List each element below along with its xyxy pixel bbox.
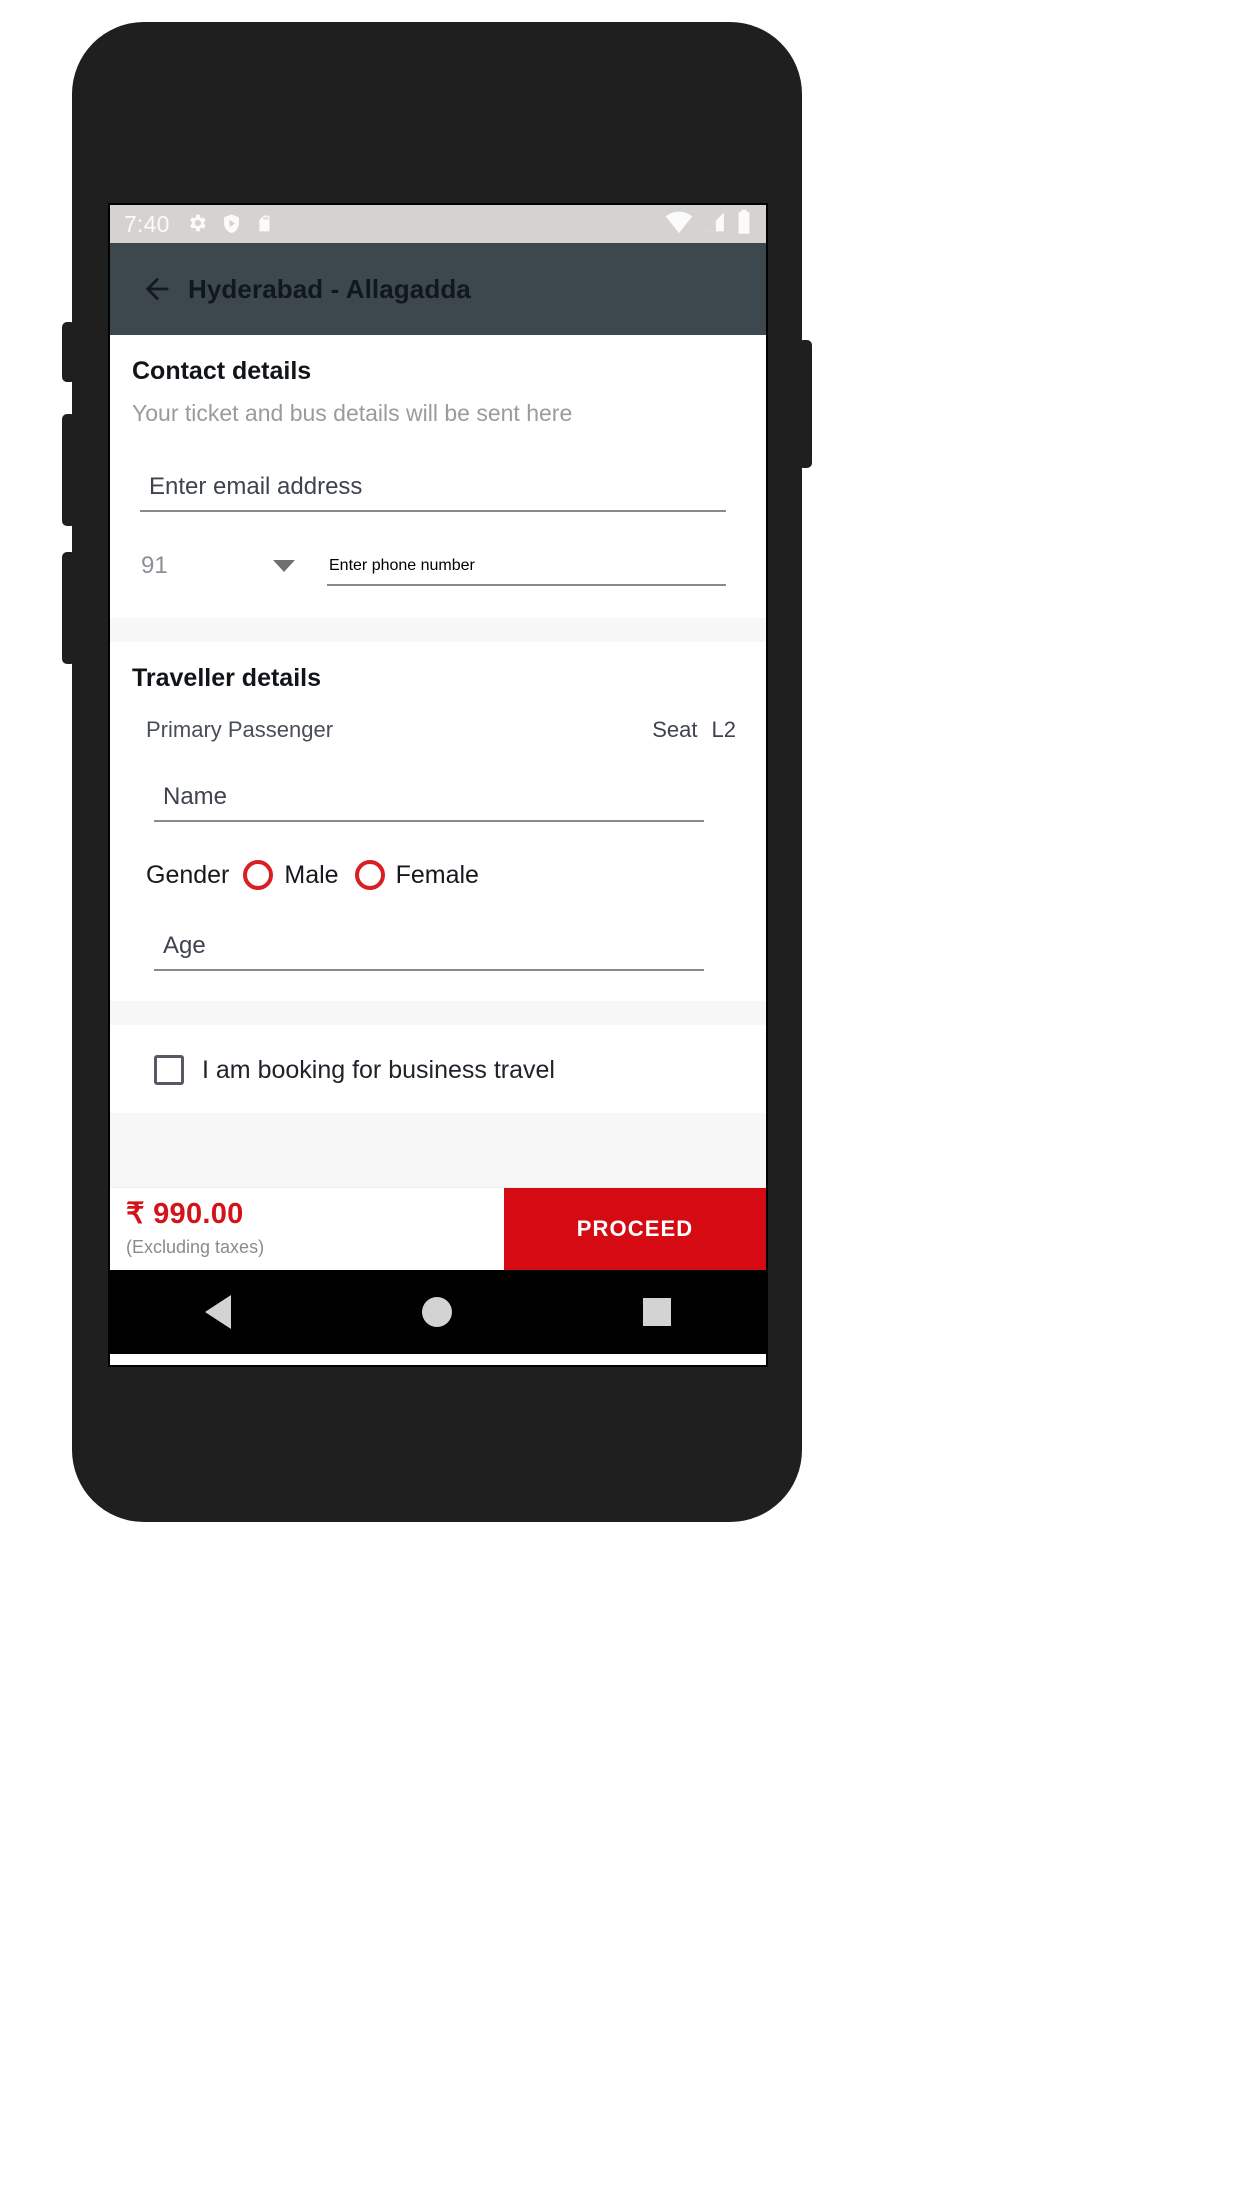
radio-male-label[interactable]: Male — [284, 861, 338, 890]
phone-power-button[interactable] — [798, 340, 812, 468]
seat-info: Seat L2 — [652, 717, 736, 743]
business-travel-checkbox[interactable] — [154, 1055, 184, 1085]
email-field[interactable]: Enter email address — [140, 473, 726, 512]
contact-details-card: Contact details Your ticket and bus deta… — [110, 335, 766, 618]
status-bar: 7:40 — [110, 205, 766, 243]
business-travel-checkbox-row[interactable]: I am booking for business travel — [132, 1025, 744, 1113]
app-bar: Hyderabad - Allagadda — [110, 243, 766, 335]
gender-selector: Gender Male Female — [132, 860, 744, 890]
sd-card-icon — [256, 212, 278, 236]
phone-screen: 7:40 Hyderabad - Allagadda Contact detai… — [108, 203, 768, 1367]
nav-home-icon[interactable] — [421, 1297, 452, 1327]
bottom-spacer — [110, 1113, 766, 1187]
phone-side-button[interactable] — [62, 322, 76, 382]
chevron-down-icon — [273, 560, 295, 572]
page-content: Contact details Your ticket and bus deta… — [110, 335, 766, 1187]
contact-details-subtext: Your ticket and bus details will be sent… — [132, 400, 573, 426]
country-code-dropdown[interactable]: 91 — [132, 552, 307, 586]
android-navigation-bar — [110, 1270, 766, 1354]
section-divider — [110, 618, 766, 642]
phone-volume-up-button[interactable] — [62, 414, 76, 526]
phone-row: 91 Enter phone number — [132, 552, 744, 592]
name-field-placeholder: Name — [163, 783, 228, 810]
primary-passenger-row: Primary Passenger Seat L2 — [132, 717, 744, 743]
business-travel-card: I am booking for business travel — [110, 1025, 766, 1113]
country-code-value: 91 — [141, 552, 168, 579]
nav-back-icon[interactable] — [205, 1295, 232, 1329]
email-field-placeholder: Enter email address — [149, 473, 363, 500]
contact-details-heading: Contact details — [132, 357, 312, 385]
business-travel-label: I am booking for business travel — [202, 1055, 555, 1084]
wifi-icon — [665, 210, 693, 239]
seat-label: Seat — [652, 717, 698, 742]
phone-volume-down-button[interactable] — [62, 552, 76, 664]
price-tax-note: (Excluding taxes) — [126, 1237, 265, 1257]
price-summary: ₹ 990.00 (Excluding taxes) — [110, 1188, 504, 1270]
traveller-details-card: Traveller details Primary Passenger Seat… — [110, 642, 766, 1001]
name-field[interactable]: Name — [154, 783, 704, 822]
passenger-label: Primary Passenger — [146, 717, 334, 742]
battery-icon — [736, 209, 752, 240]
section-divider-2 — [110, 1001, 766, 1025]
status-bar-right-icons — [665, 209, 752, 240]
play-shield-icon — [221, 212, 243, 236]
proceed-button[interactable]: PROCEED — [504, 1188, 766, 1270]
nav-recents-icon[interactable] — [642, 1298, 671, 1326]
cellular-signal-icon — [702, 210, 727, 239]
total-price: ₹ 990.00 — [126, 1198, 244, 1230]
gender-label: Gender — [146, 860, 230, 889]
phone-number-field[interactable]: Enter phone number — [327, 557, 726, 586]
age-field[interactable]: Age — [154, 932, 704, 971]
back-arrow-icon[interactable] — [140, 272, 174, 306]
radio-female-label[interactable]: Female — [396, 861, 479, 890]
seat-number: L2 — [711, 717, 736, 742]
phone-field-placeholder: Enter phone number — [329, 557, 475, 574]
radio-female[interactable] — [354, 860, 385, 890]
status-bar-clock: 7:40 — [124, 210, 170, 237]
traveller-details-heading: Traveller details — [132, 664, 322, 692]
gear-icon — [186, 212, 208, 236]
page-title: Hyderabad - Allagadda — [188, 273, 471, 304]
age-field-placeholder: Age — [163, 932, 206, 959]
bottom-action-bar: ₹ 990.00 (Excluding taxes) PROCEED — [110, 1187, 766, 1270]
radio-male[interactable] — [243, 860, 274, 890]
